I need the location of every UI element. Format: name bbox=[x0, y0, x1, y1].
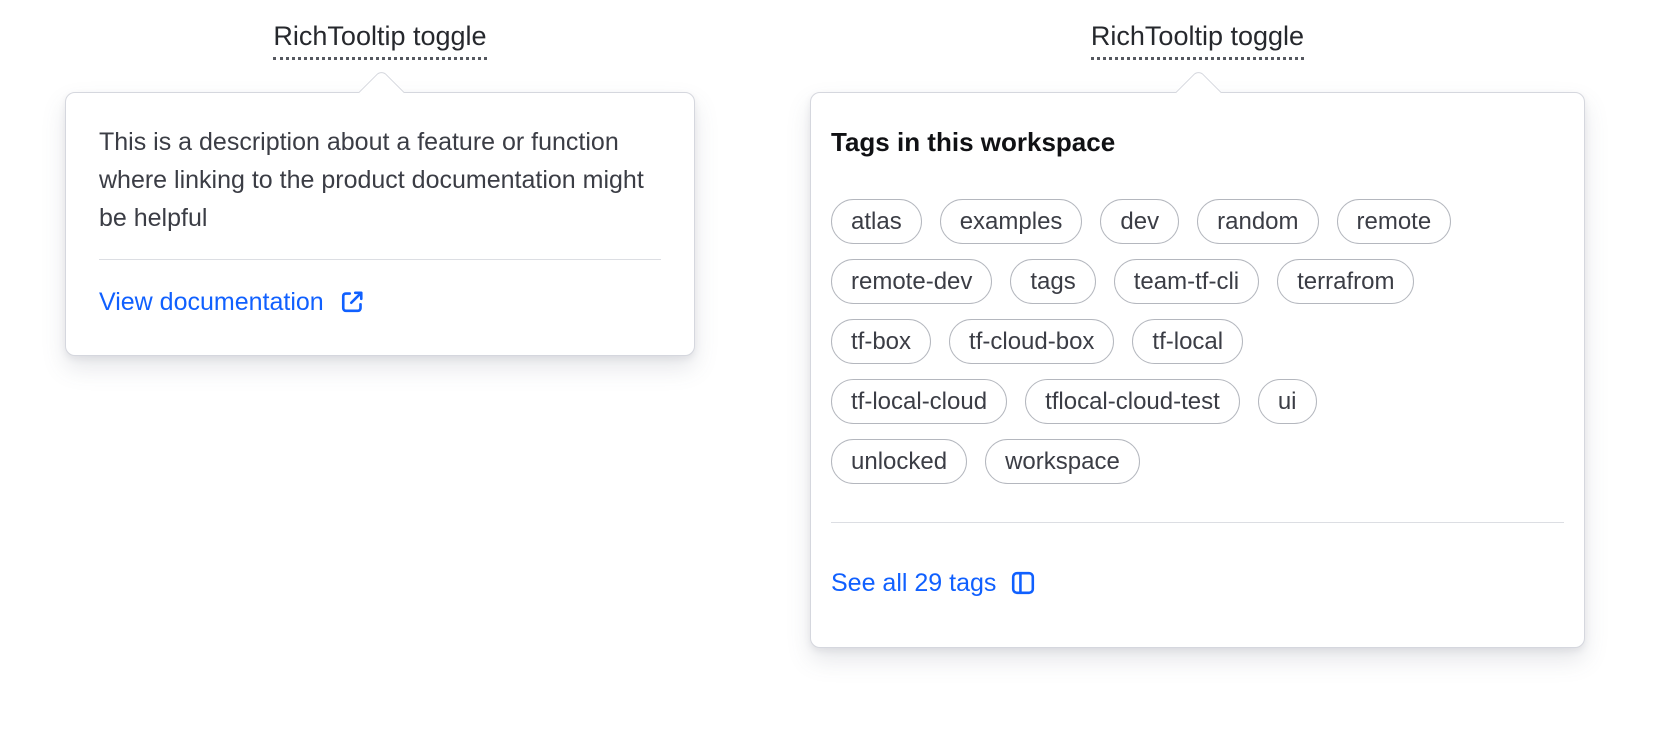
tag-row: unlocked workspace bbox=[831, 439, 1564, 484]
tag-row: tf-local-cloud tflocal-cloud-test ui bbox=[831, 379, 1564, 424]
left-tooltip-toggle-area: RichTooltip toggle bbox=[65, 20, 695, 60]
tag-row: tf-box tf-cloud-box tf-local bbox=[831, 319, 1564, 364]
tag-pill: random bbox=[1197, 199, 1319, 244]
link-label: See all 29 tags bbox=[831, 569, 997, 597]
tag-pill: tf-box bbox=[831, 319, 932, 364]
divider bbox=[99, 259, 661, 260]
see-all-tags-link[interactable]: See all 29 tags bbox=[831, 568, 1037, 598]
tooltip-description: This is a description about a feature or… bbox=[99, 128, 644, 232]
tooltip-arrow-left bbox=[358, 69, 405, 116]
link-label: View documentation bbox=[99, 288, 324, 316]
divider bbox=[831, 522, 1564, 523]
sidebar-icon bbox=[1012, 571, 1035, 595]
tag-pill: dev bbox=[1100, 199, 1180, 244]
tag-pill: tf-local bbox=[1132, 319, 1244, 364]
tag-row: atlas examples dev random remote bbox=[831, 199, 1564, 244]
tag-pill: examples bbox=[939, 199, 1083, 244]
richtooltip-toggle-left[interactable]: RichTooltip toggle bbox=[273, 20, 487, 60]
tag-pill: tflocal-cloud-test bbox=[1025, 379, 1240, 424]
tooltip-card-right: Tags in this workspace atlas examples dev r… bbox=[810, 69, 1585, 648]
tooltip-arrow-right bbox=[1175, 69, 1222, 116]
tags-heading: Tags in this workspace bbox=[831, 127, 1116, 157]
external-link-icon bbox=[341, 291, 363, 313]
tooltip-card-left: This is a description about a feature or… bbox=[65, 69, 695, 356]
tag-pill: tf-local-cloud bbox=[831, 379, 1008, 424]
tag-row: remote-dev tags team-tf-cli terrafrom bbox=[831, 259, 1564, 304]
tag-pill: terrafrom bbox=[1277, 259, 1415, 304]
tag-pill: atlas bbox=[831, 199, 922, 244]
tag-pill: unlocked bbox=[831, 439, 968, 484]
view-documentation-link[interactable]: View documentation bbox=[99, 287, 367, 317]
right-tooltip-toggle-area: RichTooltip toggle bbox=[810, 20, 1585, 60]
tag-pill: tags bbox=[1010, 259, 1096, 304]
tag-list: atlas examples dev random remote remote-dev ta… bbox=[831, 199, 1564, 484]
tag-pill: workspace bbox=[985, 439, 1140, 484]
page: RichTooltip toggle This is a description… bbox=[0, 0, 1672, 734]
tag-pill: ui bbox=[1257, 379, 1317, 424]
tag-pill: remote-dev bbox=[831, 259, 993, 304]
tag-pill: remote bbox=[1336, 199, 1452, 244]
richtooltip-toggle-right[interactable]: RichTooltip toggle bbox=[1090, 20, 1305, 60]
tag-pill: team-tf-cli bbox=[1113, 259, 1260, 304]
tag-pill: tf-cloud-box bbox=[949, 319, 1115, 364]
